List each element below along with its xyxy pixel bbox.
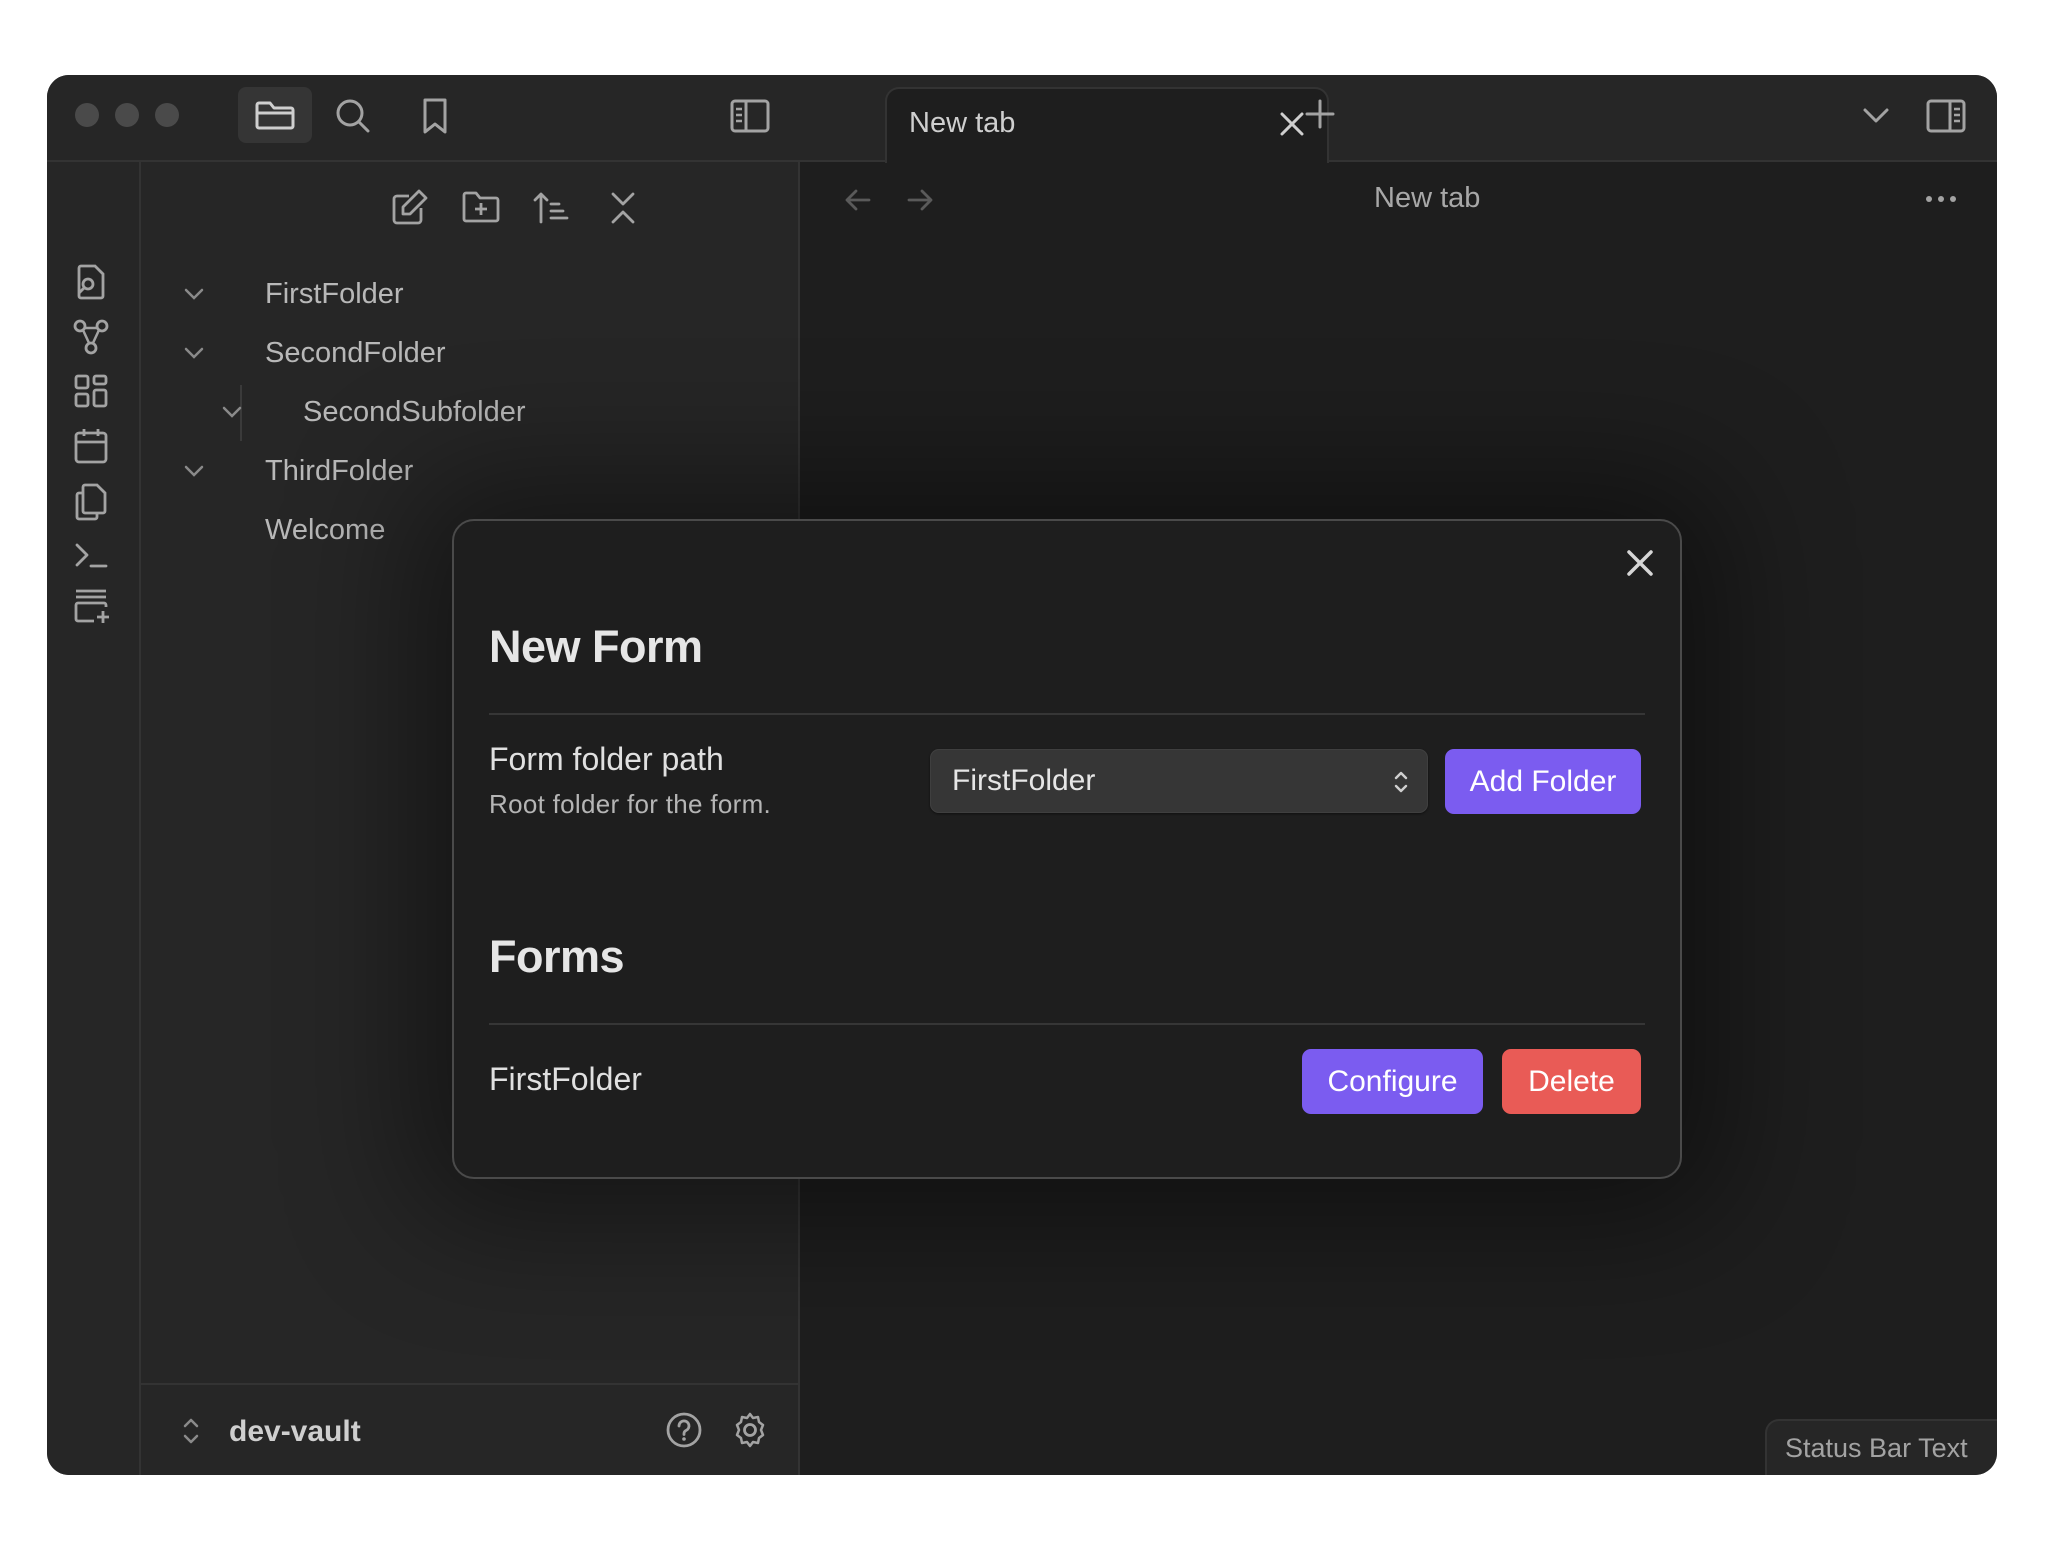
settings-gear-icon[interactable] (731, 1411, 769, 1449)
more-options-icon[interactable] (1925, 193, 1957, 205)
close-tab-icon[interactable] (1277, 109, 1307, 139)
status-bar: Status Bar Text (1765, 1419, 1997, 1475)
new-form-modal: New Form Form folder path Root folder fo… (452, 519, 1682, 1179)
forward-arrow-icon[interactable] (905, 187, 935, 213)
tree-item-secondfolder[interactable]: SecondFolder (265, 337, 446, 370)
chevron-down-icon[interactable] (183, 287, 205, 301)
select-arrows-icon (1392, 769, 1410, 795)
folder-icon (255, 101, 295, 130)
chevron-down-icon[interactable] (183, 464, 205, 478)
terminal-icon[interactable] (73, 540, 109, 570)
modal-title: New Form (489, 621, 703, 672)
tree-item-thirdfolder[interactable]: ThirdFolder (265, 455, 413, 488)
calendar-icon[interactable] (73, 427, 109, 465)
configure-button[interactable]: Configure (1302, 1049, 1483, 1114)
copy-icon[interactable] (73, 482, 109, 522)
new-folder-icon[interactable] (461, 190, 501, 224)
sidebar-header (47, 75, 800, 162)
setting-description: Root folder for the form. (489, 789, 772, 819)
quick-switcher-icon[interactable] (73, 262, 109, 302)
canvas-icon[interactable] (73, 373, 109, 409)
search-icon[interactable] (334, 97, 372, 135)
view-title: New tab (1374, 182, 1481, 214)
new-note-icon[interactable] (391, 188, 429, 226)
add-folder-button[interactable]: Add Folder (1445, 749, 1641, 814)
tab-new-tab[interactable]: New tab (885, 87, 1329, 163)
tree-item-firstfolder[interactable]: FirstFolder (265, 278, 404, 311)
close-window-button[interactable] (75, 103, 99, 127)
graph-view-icon[interactable] (71, 317, 111, 357)
tab-title: New tab (909, 107, 1016, 139)
chevron-up-down-icon (181, 1415, 201, 1447)
tab-list-chevron-icon[interactable] (1861, 103, 1891, 127)
chevron-down-icon[interactable] (221, 405, 243, 419)
sort-icon[interactable] (532, 190, 570, 226)
help-icon[interactable] (665, 1411, 703, 1449)
files-tab-button[interactable] (238, 87, 312, 143)
ribbon (47, 162, 141, 1475)
divider (489, 713, 1645, 715)
add-form-icon[interactable] (73, 587, 111, 627)
back-arrow-icon[interactable] (843, 187, 873, 213)
delete-button[interactable]: Delete (1502, 1049, 1641, 1114)
close-modal-icon[interactable] (1622, 545, 1658, 581)
vault-switcher[interactable]: dev-vault (141, 1383, 798, 1475)
folder-select[interactable]: FirstFolder (930, 749, 1428, 813)
form-name: FirstFolder (489, 1061, 642, 1097)
tree-item-secondsubfolder[interactable]: SecondSubfolder (303, 396, 526, 429)
bookmark-icon[interactable] (420, 97, 450, 135)
folder-select-value: FirstFolder (952, 764, 1096, 797)
collapse-sidebar-icon[interactable] (729, 97, 771, 135)
maximize-window-button[interactable] (155, 103, 179, 127)
app-window: New tab FirstFolder SecondFolder SecondS… (47, 75, 1997, 1475)
new-tab-icon[interactable] (1304, 98, 1336, 130)
vault-name: dev-vault (229, 1415, 361, 1448)
divider (489, 1023, 1645, 1025)
toggle-right-sidebar-icon[interactable] (1925, 97, 1967, 135)
collapse-all-icon[interactable] (609, 190, 637, 226)
minimize-window-button[interactable] (115, 103, 139, 127)
tree-item-welcome[interactable]: Welcome (265, 514, 385, 547)
status-bar-text: Status Bar Text (1785, 1433, 1968, 1463)
forms-heading: Forms (489, 931, 625, 982)
setting-name: Form folder path (489, 741, 724, 777)
chevron-down-icon[interactable] (183, 346, 205, 360)
